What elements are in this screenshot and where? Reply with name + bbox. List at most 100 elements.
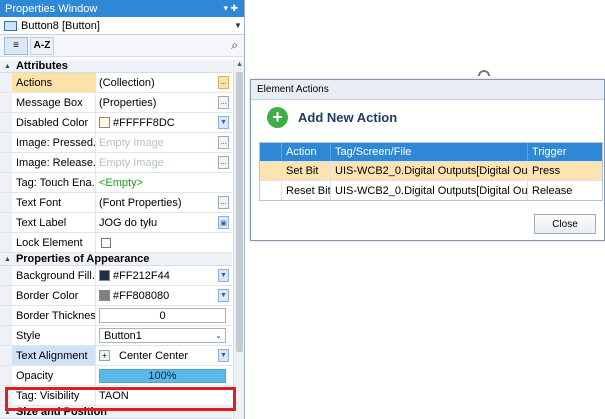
property-value: #FF212F44: [113, 269, 170, 282]
trigger-cell: Release: [532, 184, 573, 197]
ellipsis-button[interactable]: …: [218, 136, 229, 149]
property-name: Background Fill...: [12, 266, 96, 285]
ellipsis-button[interactable]: …: [218, 96, 229, 109]
property-name: Disabled Color: [12, 113, 96, 132]
category-attributes[interactable]: ▲ Attributes: [0, 60, 232, 73]
table-header: Action Tag/Screen/File Trigger: [260, 143, 602, 162]
property-row-actions[interactable]: Actions (Collection) …: [0, 73, 232, 93]
property-value: #FFFFF8DC: [113, 116, 175, 129]
background-area: [251, 0, 605, 79]
table-row[interactable]: Set Bit UIS-WCB2_0.Digital Outputs[Digit…: [260, 162, 602, 181]
ellipsis-button[interactable]: …: [218, 76, 229, 89]
action-cell: Set Bit: [282, 162, 331, 180]
add-icon[interactable]: +: [267, 106, 288, 128]
property-name: Text Font: [12, 193, 96, 212]
property-row-border-thickness[interactable]: Border Thickness 0: [0, 306, 232, 326]
property-grid: ▲ Attributes Actions (Collection) … Messa…: [0, 60, 232, 419]
search-icon[interactable]: ⌕: [231, 38, 238, 53]
property-name: Text Alignment: [12, 346, 96, 365]
property-row-disabled-color[interactable]: Disabled Color #FFFFF8DC ▼: [0, 113, 232, 133]
property-row-border-color[interactable]: Border Color #FF808080 ▼: [0, 286, 232, 306]
property-grid-scrollbar[interactable]: ▲: [233, 60, 244, 419]
property-name: Text Label: [12, 213, 96, 232]
category-appearance[interactable]: ▲ Properties of Appearance: [0, 253, 232, 266]
property-row-background-fill[interactable]: Background Fill... #FF212F44 ▼: [0, 266, 232, 286]
property-row-style[interactable]: Style Button1 ⌄: [0, 326, 232, 346]
add-new-action-button[interactable]: + Add New Action: [251, 100, 604, 134]
property-value: (Font Properties): [99, 196, 182, 209]
properties-toolbar: ≡ A-Z ⌕: [0, 35, 244, 57]
lock-element-checkbox[interactable]: [101, 237, 111, 248]
property-row-tag-touch-enable[interactable]: Tag: Touch Ena... <Empty>: [0, 173, 232, 193]
button-object-icon: [4, 20, 17, 31]
property-name: Border Color: [12, 286, 96, 305]
scroll-up-icon[interactable]: ▲: [236, 61, 243, 68]
object-selector-value: Button8 [Button]: [21, 19, 100, 32]
property-row-text-font[interactable]: Text Font (Font Properties) …: [0, 193, 232, 213]
chevron-down-icon[interactable]: ▼: [218, 349, 229, 362]
chevron-down-icon[interactable]: ⌄: [213, 329, 224, 342]
property-name: Border Thickness: [12, 306, 96, 325]
add-new-action-label: Add New Action: [298, 109, 398, 125]
property-row-opacity[interactable]: Opacity 100%: [0, 366, 232, 386]
scrollbar-thumb[interactable]: [236, 72, 243, 352]
ellipsis-button[interactable]: …: [218, 196, 229, 209]
property-value: #FF808080: [113, 289, 170, 302]
property-row-text-alignment[interactable]: Text Alignment + Center Center ▼: [0, 346, 232, 366]
table-row[interactable]: Reset Bit UIS-WCB2_0.Digital Outputs[Dig…: [260, 181, 602, 200]
partial-icon: [478, 70, 490, 76]
property-name: Tag: Touch Ena...: [12, 173, 96, 192]
collapse-icon[interactable]: ▲: [4, 63, 11, 70]
object-selector[interactable]: Button8 [Button] ▼: [0, 17, 244, 35]
property-value: <Empty>: [99, 176, 144, 189]
column-header[interactable]: Action: [282, 143, 331, 161]
property-name: Lock Element: [12, 233, 96, 252]
action-cell: Reset Bit: [282, 181, 331, 200]
highlight-box: [5, 387, 236, 411]
property-value[interactable]: JOG do tyłu: [99, 217, 157, 229]
property-row-lock-element[interactable]: Lock Element: [0, 233, 232, 253]
property-name: Opacity: [12, 366, 96, 385]
categorized-view-button[interactable]: ≡: [4, 36, 28, 55]
collapse-icon[interactable]: ▲: [4, 256, 11, 263]
dialog-titlebar: Element Actions: [251, 80, 604, 100]
property-name: Style: [12, 326, 96, 345]
border-thickness-input[interactable]: 0: [99, 308, 226, 323]
property-value: (Collection): [99, 76, 155, 89]
property-row-image-released[interactable]: Image: Release... Empty Image…: [0, 153, 232, 173]
property-name: Actions: [12, 73, 96, 92]
chevron-down-icon[interactable]: ▼: [232, 21, 244, 30]
property-name: Image: Pressed...: [12, 133, 96, 152]
alignment-icon: +: [99, 350, 110, 361]
property-name: Image: Release...: [12, 153, 96, 172]
properties-window: Properties Window ▾ ✚ Button8 [Button] ▼…: [0, 0, 245, 419]
opacity-slider[interactable]: 100%: [99, 368, 226, 383]
chevron-down-icon[interactable]: ▼: [218, 269, 229, 282]
properties-window-title: Properties Window: [5, 2, 98, 15]
property-value: Empty Image: [99, 136, 164, 149]
target-cell: UIS-WCB2_0.Digital Outputs[Digital Outpu…: [331, 181, 528, 200]
color-swatch: [99, 270, 110, 281]
category-label: Properties of Appearance: [15, 253, 150, 265]
window-pin-icon[interactable]: ▾ ✚: [223, 3, 244, 14]
ellipsis-button[interactable]: …: [218, 156, 229, 169]
property-name: Message Box: [12, 93, 96, 112]
actions-table: Action Tag/Screen/File Trigger Set Bit U…: [259, 142, 603, 201]
element-actions-dialog: Element Actions + Add New Action Action …: [250, 79, 605, 241]
color-swatch: [99, 290, 110, 301]
property-row-text-label[interactable]: Text Label JOG do tyłu ▣: [0, 213, 232, 233]
target-cell: UIS-WCB2_0.Digital Outputs[Digital Outpu…: [331, 162, 528, 180]
properties-window-titlebar: Properties Window ▾ ✚: [0, 0, 244, 17]
expand-icon[interactable]: ▣: [218, 216, 229, 229]
style-select[interactable]: Button1: [99, 328, 226, 343]
column-header[interactable]: Tag/Screen/File: [331, 143, 528, 161]
close-button[interactable]: Close: [534, 214, 596, 234]
category-label: Attributes: [15, 60, 68, 72]
alphabetical-view-button[interactable]: A-Z: [30, 36, 54, 55]
color-swatch: [99, 117, 110, 128]
chevron-down-icon[interactable]: ▼: [218, 116, 229, 129]
chevron-down-icon[interactable]: ▼: [218, 289, 229, 302]
property-row-image-pressed[interactable]: Image: Pressed... Empty Image …: [0, 133, 232, 153]
property-row-message-box[interactable]: Message Box (Properties)…: [0, 93, 232, 113]
column-header[interactable]: Trigger: [528, 143, 602, 161]
